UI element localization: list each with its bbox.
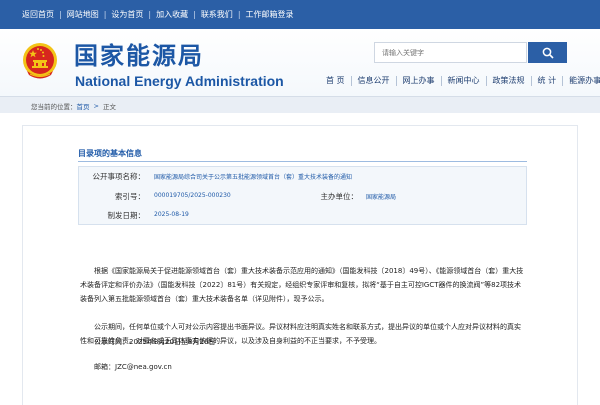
nav-info-disclosure[interactable]: 信息公开 <box>358 73 390 89</box>
link-work-email-login[interactable]: 工作邮箱登录 <box>246 0 294 29</box>
search-input[interactable] <box>374 42 527 63</box>
contact-email: 邮箱：JZC@nea.gov.cn <box>94 363 172 371</box>
publish-item-value: 国家能源局综合司关于公示第五批能源领域首台（套）重大技术装备的通知 <box>154 174 353 181</box>
publicity-period: 公示时间：2025年8月20日至8月26日 <box>94 338 216 346</box>
chevron-right-icon: > <box>93 101 99 110</box>
site-title-en[interactable]: National Energy Administration <box>75 73 284 89</box>
article-paragraph-1: 根据《国家能源局关于促进能源领域首台（套）重大技术装备示范应用的通知》（国能发科… <box>80 267 524 303</box>
site-title-cn[interactable]: 国家能源局 <box>74 43 204 69</box>
divider: | <box>103 10 107 19</box>
section-divider <box>78 161 527 162</box>
nav-divider <box>395 76 397 86</box>
top-utility-bar: 返回首页 | 网站地图 | 设为首页 | 加入收藏 | 联系我们 | 工作邮箱登… <box>0 0 600 29</box>
site-header: 国家能源局 National Energy Administration 首 页… <box>0 29 600 96</box>
national-emblem-icon[interactable] <box>22 41 58 81</box>
nav-divider <box>440 76 442 86</box>
divider: | <box>59 10 62 19</box>
breadcrumb-bar: 您当前的位置： 首页 > 正文 <box>0 96 600 113</box>
nav-news-center[interactable]: 新闻中心 <box>448 73 480 89</box>
index-number-label: 索引号： <box>115 192 145 201</box>
link-contact-us[interactable]: 联系我们 <box>201 0 233 29</box>
host-agency-value: 国家能源局 <box>366 194 397 201</box>
nav-energy-services[interactable]: 能源办事 <box>569 73 600 89</box>
divider: | <box>237 10 241 19</box>
catalog-section-title: 目录项的基本信息 <box>78 149 142 158</box>
nav-divider <box>530 76 532 86</box>
host-agency-label: 主办单位： <box>320 192 359 201</box>
nav-online-services[interactable]: 网上办事 <box>403 73 435 89</box>
breadcrumb: 您当前的位置： 首页 > 正文 <box>31 97 116 114</box>
issue-date-value: 2025-08-19 <box>154 211 189 218</box>
link-back-home[interactable]: 返回首页 <box>22 0 54 29</box>
search-button[interactable] <box>528 42 567 63</box>
nav-statistics[interactable]: 统 计 <box>538 73 557 89</box>
nav-divider <box>485 76 487 86</box>
divider: | <box>193 10 196 19</box>
breadcrumb-prefix: 您当前的位置： <box>31 102 77 111</box>
nav-divider <box>562 76 564 86</box>
search-icon <box>542 47 554 59</box>
main-nav: 首 页 信息公开 网上办事 新闻中心 政策法规 统 计 能源办事 <box>326 73 600 89</box>
link-set-homepage[interactable]: 设为首页 <box>111 0 143 29</box>
link-add-favorite[interactable]: 加入收藏 <box>156 0 188 29</box>
nav-home[interactable]: 首 页 <box>326 73 345 89</box>
breadcrumb-home[interactable]: 首页 <box>77 101 90 111</box>
link-site-map[interactable]: 网站地图 <box>67 0 99 29</box>
nav-divider <box>350 76 352 86</box>
utility-links: 返回首页 | 网站地图 | 设为首页 | 加入收藏 | 联系我们 | 工作邮箱登… <box>22 0 294 29</box>
divider: | <box>148 10 152 19</box>
index-number-value: 000019705/2025-000230 <box>154 192 231 199</box>
issue-date-label: 制发日期： <box>107 211 146 220</box>
publish-item-label: 公开事项名称： <box>92 172 146 181</box>
nav-policies[interactable]: 政策法规 <box>493 73 525 89</box>
breadcrumb-current: 正文 <box>102 102 116 111</box>
